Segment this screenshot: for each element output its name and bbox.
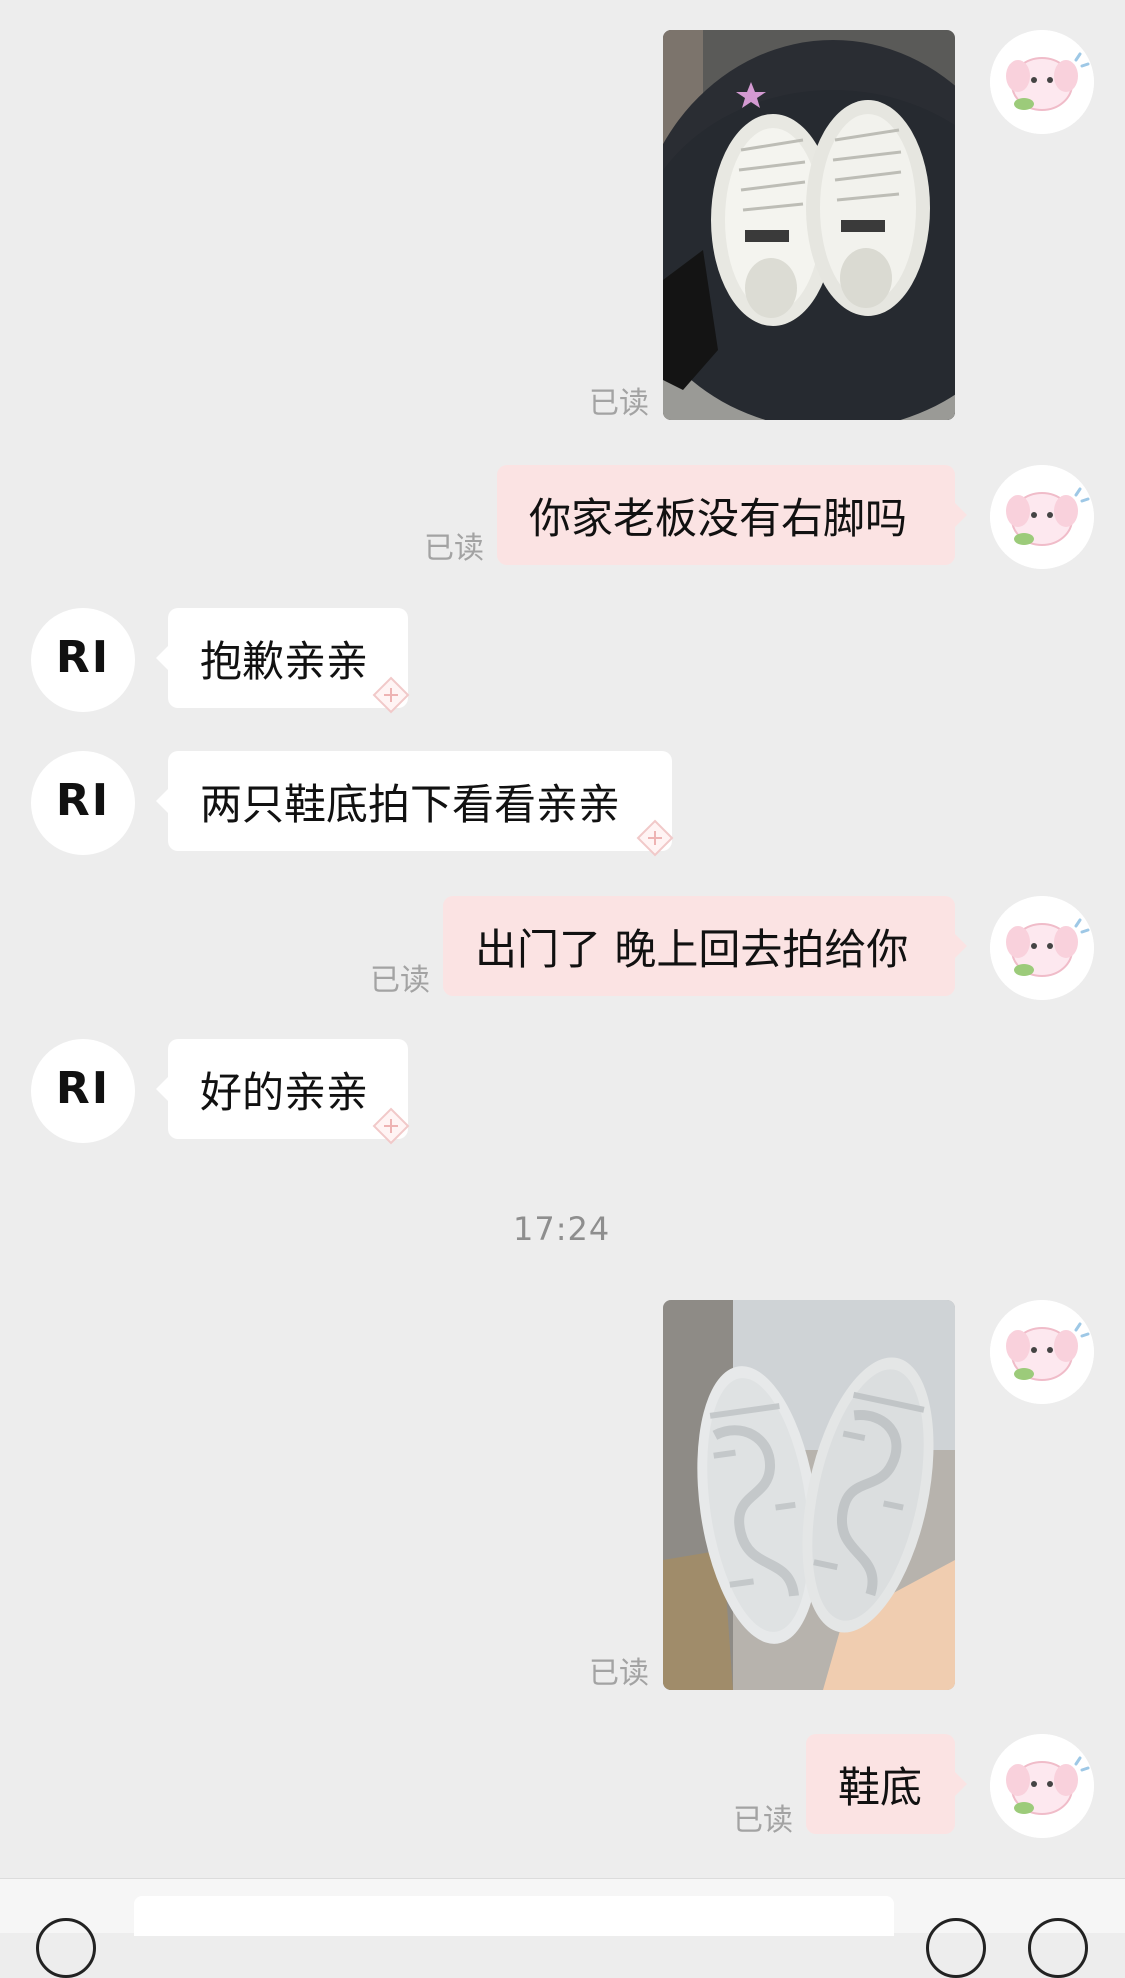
- my-avatar[interactable]: [990, 30, 1094, 134]
- contact-avatar[interactable]: RI: [31, 1039, 135, 1143]
- my-avatar[interactable]: [990, 1734, 1094, 1838]
- my-avatar[interactable]: [990, 1300, 1094, 1404]
- my-message-bubble[interactable]: 出门了 晚上回去拍给你: [443, 896, 967, 996]
- read-status: 已读: [733, 1803, 793, 1838]
- message-text: 抱歉亲亲: [200, 636, 369, 686]
- contact-avatar[interactable]: RI: [31, 751, 135, 855]
- contact-avatar[interactable]: RI: [31, 608, 135, 712]
- corner-mark-icon: [636, 819, 674, 857]
- message-text: 两只鞋底拍下看看亲亲: [200, 779, 621, 829]
- read-status: 已读: [370, 963, 430, 998]
- their-message-bubble[interactable]: 好的亲亲: [156, 1039, 410, 1145]
- message-text: 出门了 晚上回去拍给你: [475, 924, 909, 974]
- their-message-bubble[interactable]: 抱歉亲亲: [156, 608, 410, 714]
- my-message-bubble[interactable]: 你家老板没有右脚吗: [497, 465, 967, 565]
- corner-mark-icon: [372, 1107, 410, 1145]
- voice-toggle-button[interactable]: [36, 1918, 96, 1978]
- cartoon-elephant-icon: [990, 30, 1094, 134]
- more-options-button[interactable]: [1028, 1918, 1088, 1978]
- read-status: 已读: [589, 386, 649, 421]
- their-message-bubble[interactable]: 两只鞋底拍下看看亲亲: [156, 751, 674, 857]
- cartoon-elephant-icon: [990, 465, 1094, 569]
- time-divider: 17:24: [513, 1210, 611, 1248]
- shoe-soles-photo-message[interactable]: [663, 1300, 955, 1690]
- message-text: 鞋底: [838, 1762, 923, 1812]
- my-avatar[interactable]: [990, 896, 1094, 1000]
- avatar-initials: RI: [55, 1062, 111, 1114]
- cartoon-elephant-icon: [990, 1734, 1094, 1838]
- emoji-button[interactable]: [926, 1918, 986, 1978]
- avatar-initials: RI: [55, 631, 111, 683]
- message-text: 好的亲亲: [200, 1067, 369, 1117]
- cartoon-elephant-icon: [990, 896, 1094, 1000]
- message-text: 你家老板没有右脚吗: [529, 493, 908, 543]
- my-avatar[interactable]: [990, 465, 1094, 569]
- shoes-photo-message[interactable]: [663, 30, 955, 420]
- cartoon-elephant-icon: [990, 1300, 1094, 1404]
- corner-mark-icon: [372, 676, 410, 714]
- my-message-bubble[interactable]: 鞋底: [806, 1734, 967, 1834]
- read-status: 已读: [424, 531, 484, 566]
- read-status: 已读: [589, 1656, 649, 1691]
- message-input[interactable]: [134, 1896, 894, 1936]
- avatar-initials: RI: [55, 774, 111, 826]
